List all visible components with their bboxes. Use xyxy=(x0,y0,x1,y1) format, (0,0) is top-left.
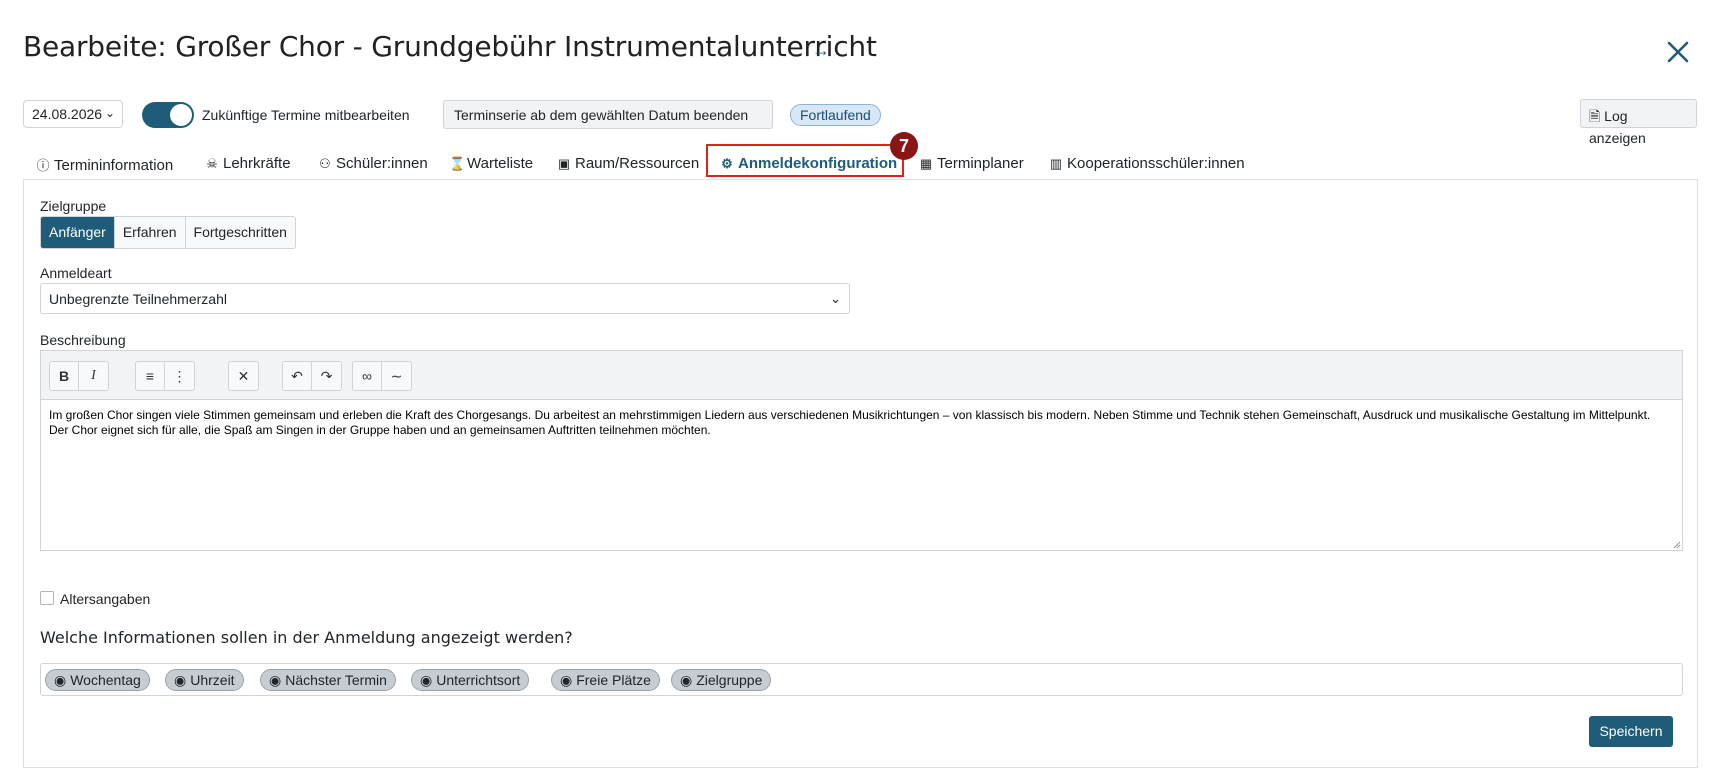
tab-label: Schüler:innen xyxy=(336,155,428,172)
registration-type-label: Anmeldeart xyxy=(40,265,112,281)
target-group-option-fortgeschritten[interactable]: Fortgeschritten xyxy=(185,217,295,248)
clear-format-group: ✕ xyxy=(228,361,259,391)
info-circle-icon: ⓘ xyxy=(36,158,50,173)
save-button[interactable]: Speichern xyxy=(1589,716,1673,747)
unlink-icon[interactable]: ∼ xyxy=(382,362,411,390)
toggle-label: Zukünftige Termine mitbearbeiten xyxy=(202,107,410,123)
text-format-group: B I xyxy=(49,361,109,391)
eye-icon: ◉ xyxy=(174,672,187,688)
eye-icon: ◉ xyxy=(420,672,433,688)
future-dates-toggle[interactable] xyxy=(142,102,194,128)
tab-label: Termininformation xyxy=(54,157,174,174)
tab-termininformation[interactable]: ⓘ Termininformation xyxy=(36,155,173,174)
eye-icon: ◉ xyxy=(269,672,282,688)
chip-label: Zielgruppe xyxy=(696,672,763,688)
chevron-down-icon: ⌄ xyxy=(104,106,115,120)
tab-warteliste[interactable]: ⌛ Warteliste xyxy=(449,155,533,172)
close-icon[interactable] xyxy=(1662,36,1694,68)
chip-label: Freie Plätze xyxy=(576,672,651,688)
italic-button[interactable]: I xyxy=(79,362,108,390)
editor-toolbar: B I ≡ ⋮ ✕ ↶ ↷ ∞ ∼ xyxy=(41,351,1682,400)
chip-unterrichtsort[interactable]: ◉ Unterrichtsort xyxy=(411,669,530,691)
age-checkbox[interactable] xyxy=(40,591,54,605)
target-group-segmented-control: Anfänger Erfahren Fortgeschritten xyxy=(40,216,296,249)
annotation-highlight-box xyxy=(706,144,904,177)
tab-raum-ressourcen[interactable]: ▣ Raum/Ressourcen xyxy=(557,155,699,172)
tab-label: Lehrkräfte xyxy=(223,155,291,172)
toggle-knob xyxy=(170,104,192,126)
student-icon: ⚇ xyxy=(319,156,331,171)
tab-schueler[interactable]: ⚇ Schüler:innen xyxy=(318,155,428,172)
chip-wochentag[interactable]: ◉ Wochentag xyxy=(45,669,150,691)
date-value: 24.08.2026 xyxy=(32,106,103,122)
chip-uhrzeit[interactable]: ◉ Uhrzeit xyxy=(165,669,244,691)
tab-label: Warteliste xyxy=(467,155,534,172)
description-label: Beschreibung xyxy=(40,332,126,348)
status-badge: Fortlaufend xyxy=(790,104,881,126)
end-series-button[interactable]: Terminserie ab dem gewählten Datum beend… xyxy=(443,100,773,129)
info-section-heading: Welche Informationen sollen in der Anmel… xyxy=(40,628,573,647)
teacher-icon: ☠ xyxy=(206,156,218,171)
bold-button[interactable]: B xyxy=(50,362,79,390)
chevron-down-icon: ⌄ xyxy=(830,291,841,306)
resize-handle-icon[interactable] xyxy=(1673,541,1681,549)
chip-freie-plaetze[interactable]: ◉ Freie Plätze xyxy=(551,669,660,691)
chip-label: Uhrzeit xyxy=(190,672,235,688)
chip-zielgruppe[interactable]: ◉ Zielgruppe xyxy=(671,669,772,691)
ordered-list-icon[interactable]: ≡ xyxy=(136,362,165,390)
link-icon[interactable]: ∞ xyxy=(353,362,382,390)
step-number-badge: 7 xyxy=(890,132,918,160)
tab-label: Kooperationsschüler:innen xyxy=(1067,155,1245,172)
bar-chart-icon: ▥ xyxy=(1049,156,1063,171)
registration-type-value: Unbegrenzte Teilnehmerzahl xyxy=(49,291,227,307)
tab-lehrkraefte[interactable]: ☠ Lehrkräfte xyxy=(205,155,291,172)
eye-icon: ◉ xyxy=(560,672,573,688)
tab-terminplaner[interactable]: ▦ Terminplaner xyxy=(919,155,1024,172)
arrow-right-icon[interactable]: → xyxy=(812,40,830,61)
briefcase-icon: ▣ xyxy=(557,156,571,171)
registration-type-select[interactable]: Unbegrenzte Teilnehmerzahl ⌄ xyxy=(40,283,850,314)
chip-label: Nächster Termin xyxy=(285,672,387,688)
tab-label: Terminplaner xyxy=(937,155,1024,172)
hourglass-icon: ⌛ xyxy=(449,156,466,171)
document-icon: 🗎 xyxy=(1589,108,1601,124)
rich-text-editor: B I ≡ ⋮ ✕ ↶ ↷ ∞ ∼ Im großen Chor singen … xyxy=(40,350,1683,551)
tab-kooperationsschueler[interactable]: ▥ Kooperationsschüler:innen xyxy=(1049,155,1245,172)
redo-icon[interactable]: ↷ xyxy=(312,362,341,390)
page-title: Bearbeite: Großer Chor - Grundgebühr Ins… xyxy=(23,30,877,63)
description-text[interactable]: Im großen Chor singen viele Stimmen geme… xyxy=(49,408,1669,438)
log-button[interactable]: 🗎 Log anzeigen xyxy=(1580,99,1697,146)
target-group-label: Zielgruppe xyxy=(40,198,107,214)
history-group: ↶ ↷ xyxy=(282,361,342,391)
link-group: ∞ ∼ xyxy=(352,361,412,391)
age-checkbox-label: Altersangaben xyxy=(60,591,151,607)
clear-format-icon[interactable]: ✕ xyxy=(229,362,258,390)
undo-icon[interactable]: ↶ xyxy=(283,362,312,390)
chip-label: Unterrichtsort xyxy=(436,672,521,688)
tab-label: Raum/Ressourcen xyxy=(575,155,700,172)
calendar-table-icon: ▦ xyxy=(919,156,933,171)
target-group-option-erfahren[interactable]: Erfahren xyxy=(114,217,186,248)
eye-icon: ◉ xyxy=(680,672,693,688)
target-group-option-anfaenger[interactable]: Anfänger xyxy=(41,217,115,248)
chip-label: Wochentag xyxy=(70,672,141,688)
list-group: ≡ ⋮ xyxy=(135,361,195,391)
chip-naechster-termin[interactable]: ◉ Nächster Termin xyxy=(260,669,396,691)
date-select[interactable]: 24.08.2026 ⌄ xyxy=(23,100,123,128)
info-chips-field[interactable]: ◉ Wochentag ◉ Uhrzeit ◉ Nächster Termin ◉ Un… xyxy=(40,663,1683,696)
unordered-list-icon[interactable]: ⋮ xyxy=(165,362,194,390)
eye-icon: ◉ xyxy=(54,672,67,688)
